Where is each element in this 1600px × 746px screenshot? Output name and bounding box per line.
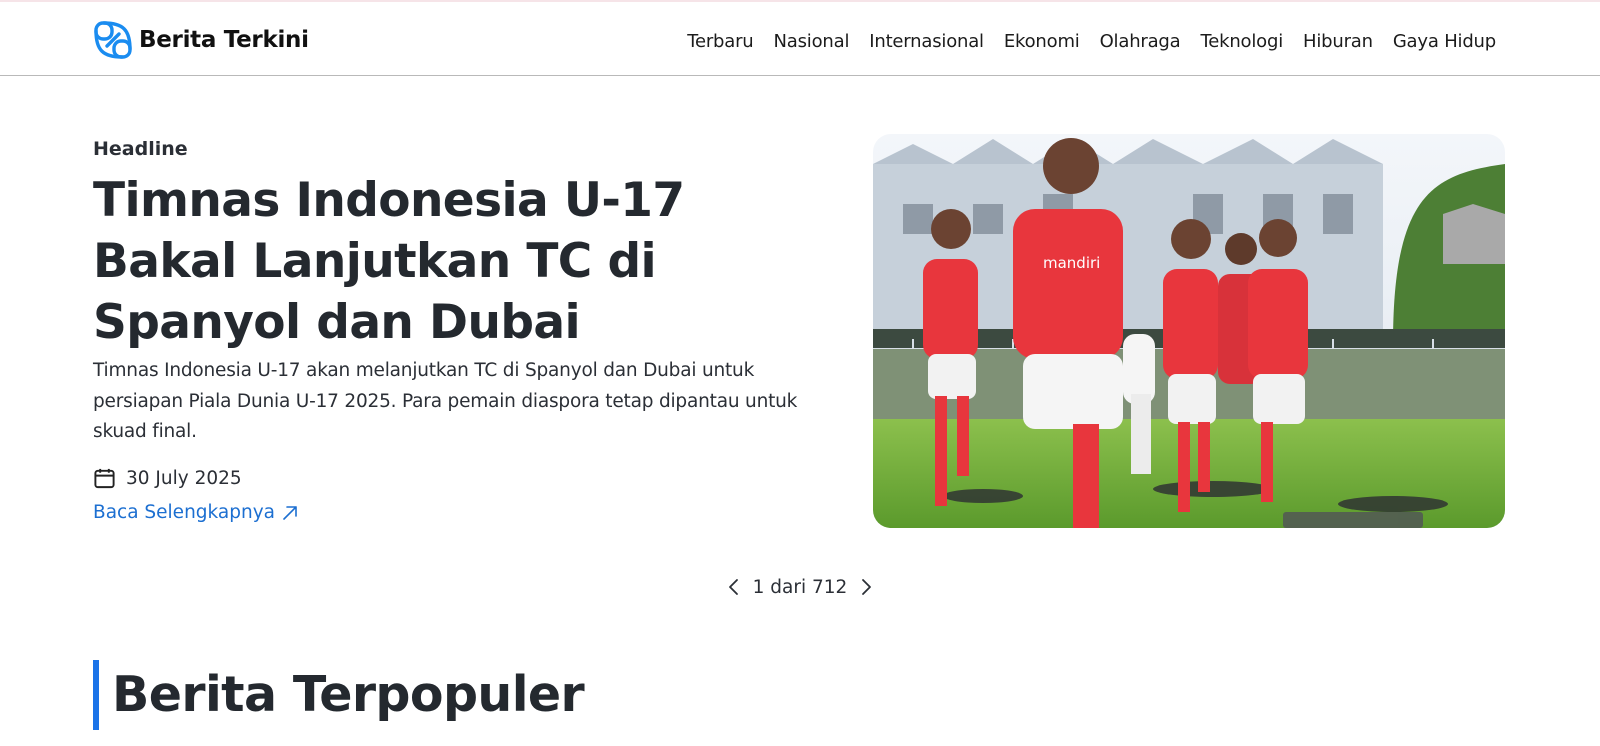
- brand-name: Berita Terkini: [139, 27, 309, 53]
- main-nav: Terbaru Nasional Internasional Ekonomi O…: [687, 26, 1496, 56]
- headline-meta: 30 July 2025: [93, 465, 813, 493]
- section-title-berita-terpopuler: Berita Terpopuler: [93, 660, 585, 730]
- headline-summary: Timnas Indonesia U-17 akan melanjutkan T…: [93, 360, 798, 442]
- pager-status: 1 dari 712: [752, 576, 848, 598]
- brand[interactable]: Berita Terkini: [93, 20, 309, 60]
- headline-kicker: Headline: [93, 138, 188, 160]
- nav-item-olahraga[interactable]: Olahraga: [1100, 31, 1181, 52]
- nav-item-internasional[interactable]: Internasional: [869, 31, 984, 52]
- read-more-label: Baca Selengkapnya: [93, 502, 276, 523]
- site-header: Berita Terkini Terbaru Nasional Internas…: [0, 2, 1600, 76]
- section-accent-bar: [93, 660, 99, 730]
- brand-logo-icon: [93, 20, 133, 60]
- nav-item-teknologi[interactable]: Teknologi: [1201, 31, 1284, 52]
- section-title-text: Berita Terpopuler: [112, 666, 585, 723]
- headline-section: Headline Timnas Indonesia U-17 Bakal Lan…: [93, 136, 813, 525]
- nav-item-gaya-hidup[interactable]: Gaya Hidup: [1393, 31, 1496, 52]
- headline-title[interactable]: Timnas Indonesia U-17 Bakal Lanjutkan TC…: [93, 170, 793, 353]
- arrow-up-right-icon: [281, 504, 299, 522]
- read-more-link[interactable]: Baca Selengkapnya: [93, 501, 299, 525]
- nav-item-nasional[interactable]: Nasional: [774, 31, 850, 52]
- nav-item-ekonomi[interactable]: Ekonomi: [1004, 31, 1080, 52]
- calendar-icon: [93, 467, 116, 490]
- headline-date: 30 July 2025: [126, 468, 242, 489]
- nav-item-terbaru[interactable]: Terbaru: [687, 31, 753, 52]
- chevron-right-icon: [859, 577, 873, 597]
- headline-pager: 1 dari 712: [725, 572, 875, 602]
- headline-image[interactable]: mandiri: [873, 134, 1505, 528]
- pager-prev-button[interactable]: [725, 575, 743, 599]
- chevron-left-icon: [727, 577, 741, 597]
- nav-item-hiburan[interactable]: Hiburan: [1303, 31, 1373, 52]
- pager-next-button[interactable]: [857, 575, 875, 599]
- jersey-sponsor-text: mandiri: [1043, 254, 1100, 272]
